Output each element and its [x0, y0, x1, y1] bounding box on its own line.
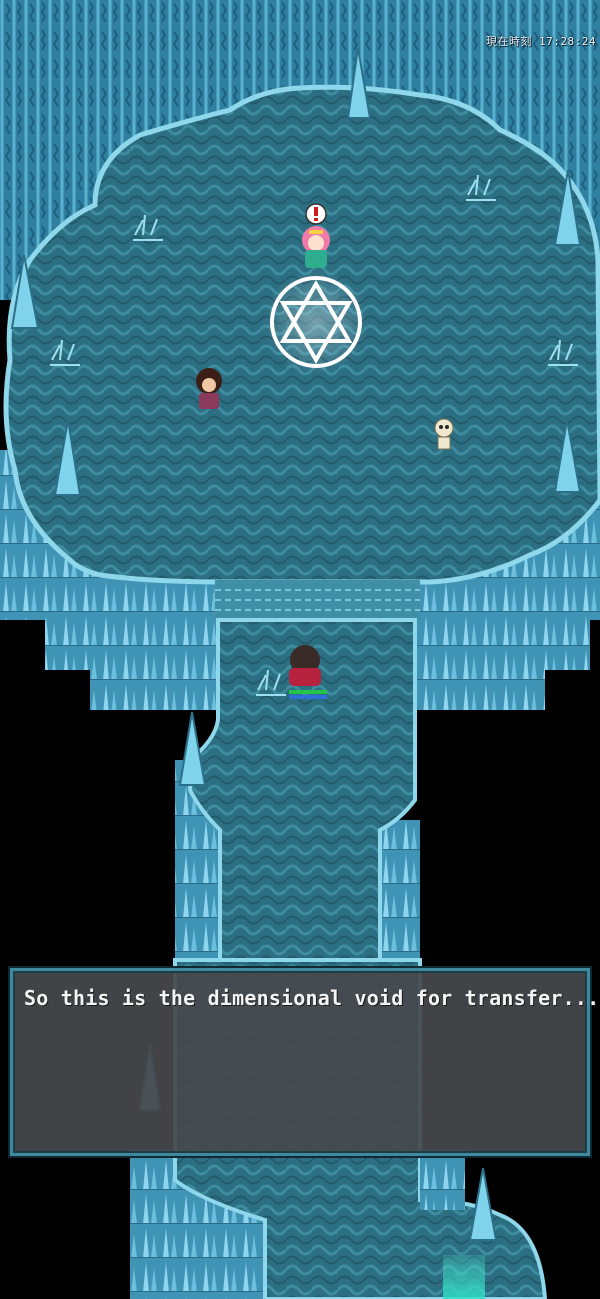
player-hp-bar: [289, 690, 327, 694]
npc-pink-haired-girl[interactable]: [302, 203, 330, 268]
magic-circle[interactable]: [264, 270, 368, 374]
message-window[interactable]: So this is the dimensional void for tran…: [8, 966, 599, 1158]
player-mp-bar: [289, 695, 327, 699]
clock-label: 現在時刻: [485, 35, 532, 48]
npc-skeleton[interactable]: [434, 418, 454, 450]
lower-right-cliff: [420, 1150, 465, 1210]
clock-display: 現在時刻 17:28:24: [486, 33, 596, 49]
teleport-portal[interactable]: [443, 1255, 485, 1299]
npc-dark-haired-villager[interactable]: [196, 368, 222, 409]
alert-balloon-icon: [305, 203, 327, 225]
message-text: So this is the dimensional void for tran…: [24, 986, 600, 1010]
clock-time: 17:28:24: [539, 35, 596, 48]
